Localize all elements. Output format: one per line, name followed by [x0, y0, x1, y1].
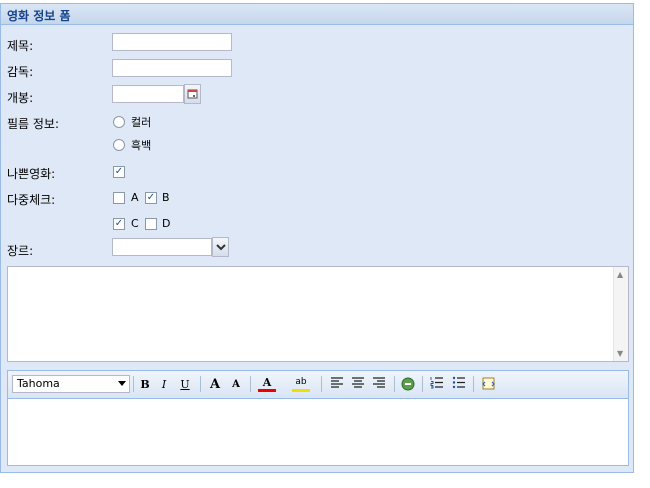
- genre-label: 장르:: [7, 244, 34, 258]
- multi-check-d-label: D: [162, 217, 171, 230]
- toolbar-separator: [200, 376, 201, 392]
- toolbar-separator: [250, 376, 251, 392]
- bad-movie-checkbox[interactable]: ✓: [113, 166, 125, 178]
- underline-button[interactable]: U: [176, 376, 194, 393]
- align-left-icon: [331, 377, 343, 388]
- numbered-list-icon: [430, 377, 443, 389]
- film-color-label: 컬러: [131, 116, 152, 129]
- font-color-button[interactable]: A: [258, 376, 276, 392]
- link-icon: [401, 377, 415, 391]
- multi-check-a-checkbox[interactable]: [113, 192, 125, 204]
- toolbar-separator: [422, 376, 423, 392]
- source-edit-button[interactable]: [479, 376, 497, 393]
- toolbar-separator: [321, 376, 322, 392]
- release-date-input[interactable]: [112, 85, 184, 103]
- multi-check-c-label: C: [131, 217, 139, 230]
- scroll-down-icon[interactable]: ▼: [617, 349, 623, 358]
- toolbar-separator: [133, 376, 134, 392]
- align-right-icon: [373, 377, 385, 388]
- notes-textarea[interactable]: ▲ ▼: [7, 266, 629, 362]
- font-family-select[interactable]: Tahoma: [12, 375, 130, 393]
- multi-check-d-checkbox[interactable]: [145, 218, 157, 230]
- film-info-label: 필름 정보:: [7, 117, 60, 131]
- calendar-icon: [187, 89, 198, 99]
- toolbar-separator: [394, 376, 395, 392]
- multi-check-a-label: A: [131, 191, 139, 204]
- shrink-text-button[interactable]: A: [227, 376, 245, 393]
- chevron-down-icon: [216, 244, 226, 251]
- bullet-list-button[interactable]: [450, 376, 468, 393]
- highlight-color-button[interactable]: ab: [292, 376, 310, 392]
- toolbar-separator: [473, 376, 474, 392]
- calendar-trigger-button[interactable]: [184, 84, 201, 104]
- film-bw-radio[interactable]: [113, 139, 125, 151]
- panel-header: 영화 정보 폼: [1, 4, 633, 25]
- multi-check-b-checkbox[interactable]: ✓: [145, 192, 157, 204]
- bold-button[interactable]: B: [136, 376, 154, 393]
- insert-link-button[interactable]: [399, 376, 417, 393]
- chevron-down-icon: [118, 381, 126, 386]
- release-label: 개봉:: [7, 91, 34, 105]
- multi-check-b-label: B: [162, 191, 170, 204]
- html-editor: Tahoma B I U A A A ab: [7, 370, 629, 466]
- numbered-list-button[interactable]: [428, 376, 446, 393]
- align-right-button[interactable]: [370, 376, 388, 393]
- grow-text-button[interactable]: A: [206, 376, 224, 393]
- editor-toolbar: Tahoma B I U A A A ab: [8, 371, 628, 399]
- font-family-value: Tahoma: [17, 377, 60, 390]
- multi-check-c-checkbox[interactable]: ✓: [113, 218, 125, 230]
- textarea-scrollbar[interactable]: ▲ ▼: [613, 267, 628, 361]
- movie-form-panel: 영화 정보 폼 제목: 감독: 개봉: 필름 정보: 컬러 흑백 나쁜영화: ✓…: [0, 3, 634, 473]
- bullet-list-icon: [452, 376, 465, 389]
- editor-body[interactable]: [8, 399, 628, 465]
- genre-combo-input[interactable]: [112, 238, 212, 256]
- director-input[interactable]: [112, 59, 232, 77]
- align-left-button[interactable]: [328, 376, 346, 393]
- source-edit-icon: [481, 377, 495, 390]
- title-label: 제목:: [7, 39, 34, 53]
- film-color-radio[interactable]: [113, 116, 125, 128]
- multi-check-label: 다중체크:: [7, 193, 56, 207]
- align-center-icon: [352, 377, 364, 388]
- bad-movie-label: 나쁜영화:: [7, 167, 56, 181]
- title-input[interactable]: [112, 33, 232, 51]
- scroll-up-icon[interactable]: ▲: [617, 270, 623, 279]
- director-label: 감독:: [7, 65, 34, 79]
- film-bw-label: 흑백: [131, 139, 152, 152]
- align-center-button[interactable]: [349, 376, 367, 393]
- italic-button[interactable]: I: [155, 376, 173, 393]
- genre-dropdown-button[interactable]: [212, 237, 229, 257]
- panel-title: 영화 정보 폼: [7, 9, 71, 23]
